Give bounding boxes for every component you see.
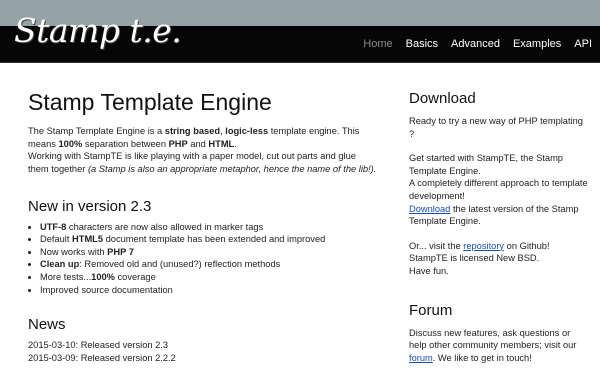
- list-item: Default HTML5 document template has been…: [40, 233, 378, 246]
- news-item: 2015-03-10: Released version 2.3: [28, 340, 169, 351]
- repository-link[interactable]: repository: [463, 241, 504, 251]
- list-item: Now works with PHP 7: [40, 246, 378, 259]
- sidebar: Download Ready to try a new way of PHP t…: [409, 90, 589, 364]
- news-list: 2015-03-10: Released version 2.3 2015-03…: [28, 339, 378, 364]
- new-features-list: UTF-8 characters are now also allowed in…: [28, 221, 378, 297]
- nav-basics[interactable]: Basics: [406, 38, 438, 50]
- list-item: UTF-8 characters are now also allowed in…: [40, 221, 378, 234]
- news-item: 2015-03-09: Released version 2.2.2: [28, 352, 176, 363]
- nav-api[interactable]: API: [574, 38, 592, 50]
- download-link[interactable]: Download: [409, 204, 450, 214]
- nav-home[interactable]: Home: [363, 38, 392, 50]
- download-title: Download: [409, 90, 476, 107]
- page-title: Stamp Template Engine: [28, 89, 272, 115]
- repository-text: Or... visit the repository on Github! St…: [409, 240, 550, 276]
- forum-text: Discuss new features, ask questions or h…: [409, 327, 577, 363]
- nav-advanced[interactable]: Advanced: [451, 38, 500, 50]
- download-intro: Ready to try a new way of PHP templating…: [409, 116, 583, 139]
- main-nav: Home Basics Advanced Examples API: [363, 38, 592, 50]
- forum-title: Forum: [409, 301, 453, 319]
- intro-paragraph: The Stamp Template Engine is a string ba…: [28, 126, 377, 175]
- list-item: Improved source documentation: [40, 284, 378, 297]
- news-section-title: News: [28, 316, 66, 334]
- forum-link[interactable]: forum: [409, 353, 433, 363]
- main-content: Stamp Template Engine The Stamp Template…: [28, 89, 378, 364]
- nav-examples[interactable]: Examples: [513, 38, 561, 50]
- download-text: Get started with StampTE, the Stamp Temp…: [409, 153, 588, 227]
- list-item: Clean up: Removed old and (unused?) refl…: [40, 258, 378, 271]
- site-logo[interactable]: Stamp t.e.: [14, 14, 182, 47]
- new-section-title: New in version 2.3: [28, 197, 152, 215]
- list-item: More tests...100% coverage: [40, 271, 378, 284]
